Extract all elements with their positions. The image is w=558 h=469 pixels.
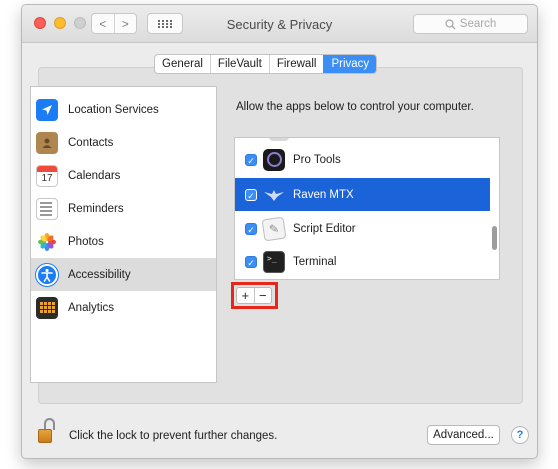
accessibility-icon [36, 263, 58, 286]
privacy-category-list: Location Services Contacts 17 Calendars … [30, 86, 217, 383]
tab-general[interactable]: General [155, 55, 210, 73]
sidebar-item-label: Contacts [68, 136, 114, 149]
sidebar-item-accessibility[interactable]: Accessibility [31, 258, 216, 291]
add-app-button[interactable]: + [237, 288, 254, 303]
app-list[interactable]: ✓ Pro Tools ✓ Raven MTX ✓ ✎ Script Edito… [234, 137, 500, 280]
search-placeholder: Search [459, 18, 497, 30]
tab-firewall[interactable]: Firewall [268, 55, 324, 73]
add-remove-buttons: + − [236, 287, 272, 304]
location-arrow-icon [36, 98, 58, 121]
sidebar-item-photos[interactable]: Photos [31, 225, 216, 258]
lock-icon[interactable] [38, 418, 56, 444]
reminders-list-icon [36, 197, 58, 220]
search-field[interactable]: Search [413, 14, 528, 34]
app-name: Terminal [293, 255, 337, 268]
app-name: Pro Tools [293, 153, 341, 166]
sidebar-item-label: Photos [68, 235, 104, 248]
app-checkbox[interactable]: ✓ [245, 188, 257, 201]
app-checkbox[interactable]: ✓ [245, 153, 257, 166]
sidebar-item-label: Reminders [68, 202, 124, 215]
pro-tools-icon [263, 148, 285, 171]
list-item-script-editor[interactable]: ✓ ✎ Script Editor [235, 212, 490, 245]
analytics-icon [36, 296, 58, 319]
raven-bird-icon [263, 184, 285, 206]
calendar-icon-date: 17 [41, 172, 53, 184]
sidebar-item-location-services[interactable]: Location Services [31, 93, 216, 126]
app-name: Raven MTX [293, 188, 354, 201]
list-item-raven-mtx[interactable]: ✓ Raven MTX [235, 178, 490, 211]
list-item-terminal[interactable]: ✓ >_ Terminal [235, 245, 490, 278]
photos-flower-icon [36, 230, 58, 253]
sidebar-item-reminders[interactable]: Reminders [31, 192, 216, 225]
advanced-button[interactable]: Advanced... [427, 425, 500, 445]
list-item-pro-tools[interactable]: ✓ Pro Tools [235, 143, 490, 176]
contacts-book-icon [36, 131, 58, 154]
app-checkbox[interactable]: ✓ [245, 222, 257, 235]
app-checkbox[interactable]: ✓ [245, 255, 257, 268]
help-button[interactable]: ? [511, 426, 529, 444]
tab-privacy[interactable]: Privacy [323, 55, 377, 73]
app-name: Script Editor [293, 222, 356, 235]
list-scrollbar[interactable] [492, 226, 497, 250]
sidebar-item-label: Location Services [68, 103, 159, 116]
accessibility-description: Allow the apps below to control your com… [236, 101, 474, 113]
remove-app-button[interactable]: − [253, 288, 272, 303]
calendar-icon: 17 [36, 164, 58, 187]
tab-filevault[interactable]: FileVault [209, 55, 269, 73]
sidebar-item-label: Calendars [68, 169, 121, 182]
title-bar: < > Security & Privacy Search [22, 5, 537, 43]
sidebar-item-label: Analytics [68, 301, 115, 314]
tab-bar: General FileVault Firewall Privacy [154, 54, 378, 74]
sidebar-item-calendars[interactable]: 17 Calendars [31, 159, 216, 192]
sidebar-item-contacts[interactable]: Contacts [31, 126, 216, 159]
script-editor-icon: ✎ [261, 216, 287, 241]
search-icon [445, 18, 456, 29]
terminal-icon: >_ [263, 250, 285, 273]
sidebar-item-label: Accessibility [68, 268, 131, 281]
sidebar-item-analytics[interactable]: Analytics [31, 291, 216, 324]
partial-app-icon [269, 138, 289, 141]
lock-status-text: Click the lock to prevent further change… [69, 430, 278, 442]
